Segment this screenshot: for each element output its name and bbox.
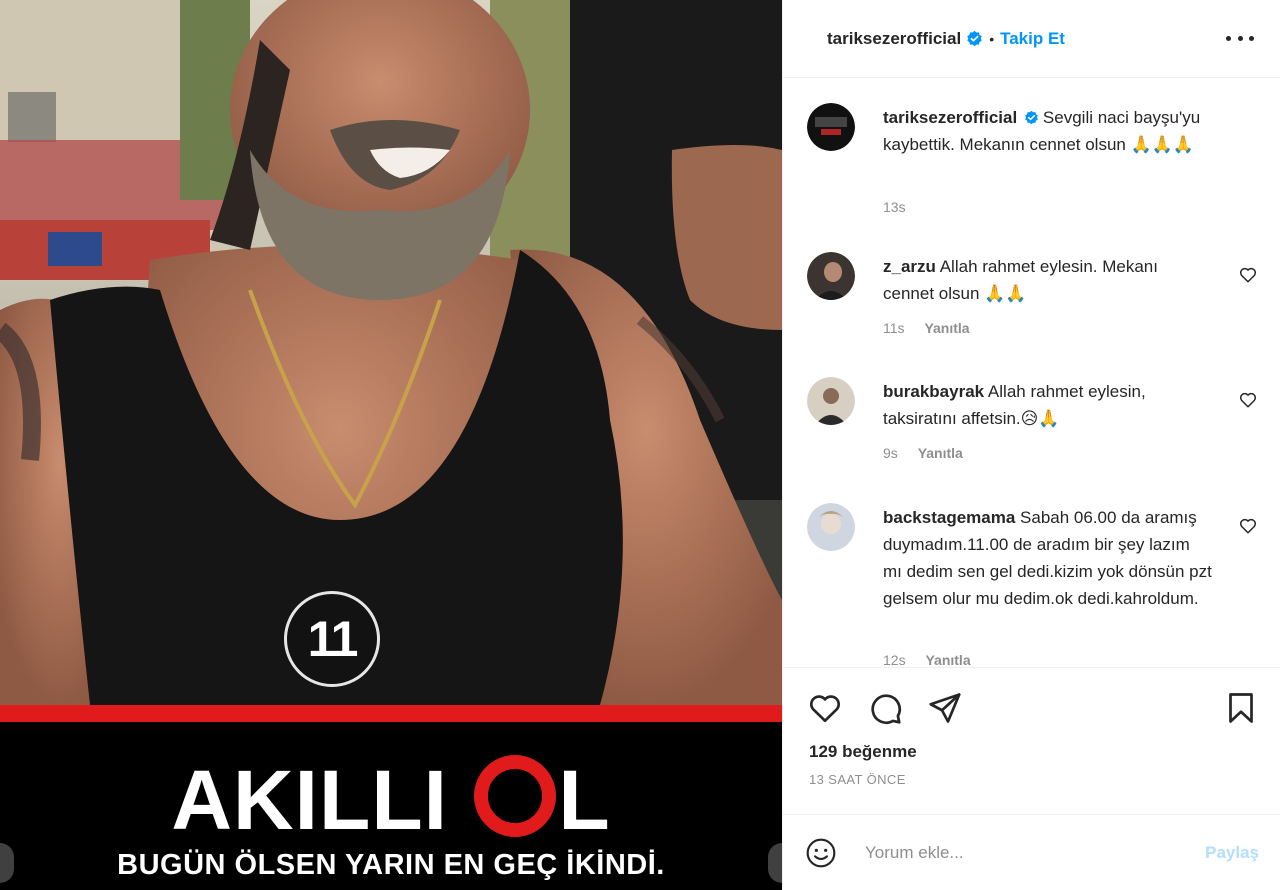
caption-username[interactable]: tariksezerofficial [883, 108, 1017, 127]
comment-like-heart-icon[interactable] [1239, 517, 1257, 535]
reply-button[interactable]: Yanıtla [924, 320, 969, 336]
caption: tariksezerofficial Sevgili naci bayşu'yu… [807, 103, 1257, 223]
banner-word-right: L [558, 753, 611, 847]
caption-meta: 13s [883, 199, 906, 215]
banner-title: AKILLI L [0, 752, 782, 849]
verified-badge-icon [967, 30, 982, 47]
post-media[interactable]: 11 AKILLI L BUGÜN ÖLSEN YARIN EN GEÇ İKİ… [0, 0, 782, 890]
header-username[interactable]: tariksezerofficial [827, 29, 961, 49]
red-banner-bar [0, 705, 782, 722]
comment-like-heart-icon[interactable] [1239, 391, 1257, 409]
comment-username[interactable]: backstagemama [883, 508, 1015, 527]
comment-age: 12s [883, 652, 906, 667]
avatar[interactable] [807, 503, 855, 551]
comment-username[interactable]: z_arzu [883, 257, 936, 276]
comment-like-heart-icon[interactable] [1239, 266, 1257, 284]
comment-item: backstagemama Sabah 06.00 da aramış duym… [807, 503, 1257, 667]
paper-plane-icon[interactable] [927, 690, 963, 726]
avatar[interactable] [807, 377, 855, 425]
comment-age: 11s [883, 320, 905, 336]
next-arrow-icon[interactable] [768, 843, 782, 883]
reply-button[interactable]: Yanıtla [925, 652, 970, 667]
bookmark-icon[interactable] [1223, 690, 1259, 726]
banner-ring-o [474, 755, 557, 837]
comment-composer: Paylaş [783, 814, 1280, 890]
comment-item: z_arzu Allah rahmet eylesin. Mekanı cenn… [807, 252, 1257, 352]
post-time: 13 SAAT ÖNCE [809, 772, 906, 787]
comment-meta: 11s Yanıtla [883, 320, 970, 336]
follow-button[interactable]: Takip Et [1000, 29, 1065, 49]
number-badge: 11 [284, 591, 380, 687]
header-separator: • [989, 30, 995, 47]
comment-bubble-icon[interactable] [867, 690, 903, 726]
comments-list[interactable]: tariksezerofficial Sevgili naci bayşu'yu… [783, 79, 1280, 667]
likes-count[interactable]: 129 beğenme [809, 742, 917, 762]
comment-input[interactable] [865, 842, 1206, 863]
post-sidebar: tariksezerofficial • Takip Et tariksezer… [782, 0, 1280, 890]
avatar[interactable] [807, 103, 855, 151]
comment-age: 9s [883, 445, 898, 461]
caption-age: 13s [883, 199, 906, 215]
heart-icon[interactable] [807, 690, 843, 726]
comment-username[interactable]: burakbayrak [883, 382, 984, 401]
comment-meta: 9s Yanıtla [883, 445, 963, 461]
more-options-icon[interactable] [1226, 29, 1254, 49]
banner-subtitle: BUGÜN ÖLSEN YARIN EN GEÇ İKİNDİ. [117, 849, 665, 881]
comment-item: burakbayrak Allah rahmet eylesin, taksir… [807, 377, 1257, 477]
reply-button[interactable]: Yanıtla [918, 445, 963, 461]
post-comment-button[interactable]: Paylaş [1205, 843, 1259, 863]
emoji-icon[interactable] [805, 837, 837, 869]
post-actions: 129 beğenme 13 SAAT ÖNCE [783, 667, 1280, 814]
comment-meta: 12s Yanıtla [883, 652, 971, 667]
banner-word-left: AKILLI [171, 753, 448, 847]
avatar[interactable] [807, 252, 855, 300]
post-header: tariksezerofficial • Takip Et [783, 0, 1280, 78]
verified-badge-icon [1025, 110, 1038, 125]
